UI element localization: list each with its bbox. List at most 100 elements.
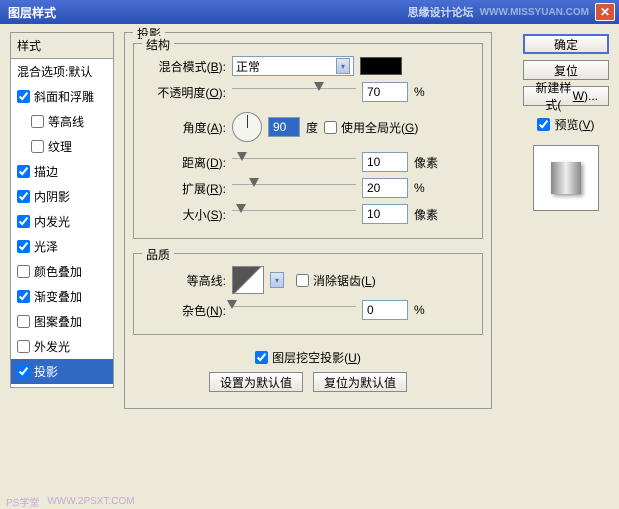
antialias-checkbox[interactable]	[296, 274, 309, 287]
preview-label: 预览(V)	[554, 116, 594, 133]
preview-image	[551, 162, 581, 194]
drop-shadow-fieldset: 投影 结构 混合模式(B): 正常 ▾ 不透明度(O): %	[124, 32, 492, 409]
style-item-6[interactable]: 内发光	[11, 209, 113, 234]
footer-wm2: WWW.2PSXT.COM	[47, 496, 134, 507]
opacity-input[interactable]	[362, 82, 408, 102]
distance-unit: 像素	[414, 154, 438, 171]
set-default-button[interactable]: 设置为默认值	[209, 372, 303, 392]
style-item-label: 颜色叠加	[34, 263, 82, 280]
style-checkbox[interactable]	[17, 290, 30, 303]
style-checkbox[interactable]	[17, 165, 30, 178]
angle-input[interactable]	[268, 117, 300, 137]
ok-button[interactable]: 确定	[523, 34, 609, 54]
angle-label: 角度(A):	[142, 119, 226, 136]
size-unit: 像素	[414, 206, 438, 223]
style-item-7[interactable]: 光泽	[11, 234, 113, 259]
size-label: 大小(S):	[142, 206, 226, 223]
footer-watermark: PS学堂 WWW.2PSXT.COM	[0, 493, 619, 509]
opacity-unit: %	[414, 85, 425, 99]
chevron-down-icon[interactable]: ▾	[270, 272, 284, 288]
style-item-3[interactable]: 纹理	[11, 134, 113, 159]
spread-input[interactable]	[362, 178, 408, 198]
cancel-button[interactable]: 复位	[523, 60, 609, 80]
chevron-down-icon: ▾	[336, 58, 350, 74]
preview-checkbox[interactable]	[537, 118, 550, 131]
right-panel: 确定 复位 新建样式(W)... 预览(V)	[523, 34, 609, 211]
window-title: 图层样式	[4, 4, 408, 21]
style-item-2[interactable]: 等高线	[11, 109, 113, 134]
distance-label: 距离(D):	[142, 154, 226, 171]
close-button[interactable]: ✕	[595, 3, 615, 21]
noise-label: 杂色(N):	[142, 302, 226, 319]
style-item-1[interactable]: 斜面和浮雕	[11, 84, 113, 109]
noise-slider[interactable]	[232, 306, 356, 320]
spread-label: 扩展(R):	[142, 180, 226, 197]
knockout-label: 图层挖空投影(U)	[272, 349, 361, 366]
style-item-12[interactable]: 投影	[11, 359, 113, 384]
preview-thumbnail	[533, 145, 599, 211]
blend-mode-label: 混合模式(B):	[142, 58, 226, 75]
styles-header: 样式	[10, 32, 114, 58]
style-item-4[interactable]: 描边	[11, 159, 113, 184]
blend-mode-combo[interactable]: 正常 ▾	[232, 56, 354, 76]
watermark-url: WWW.MISSYUAN.COM	[480, 7, 589, 18]
opacity-slider[interactable]	[232, 88, 356, 102]
preview-row[interactable]: 预览(V)	[523, 116, 609, 133]
style-checkbox[interactable]	[31, 140, 44, 153]
angle-dial[interactable]	[232, 112, 262, 142]
style-checkbox[interactable]	[17, 90, 30, 103]
knockout-row[interactable]: 图层挖空投影(U)	[255, 349, 361, 366]
blend-mode-value: 正常	[236, 58, 260, 75]
style-checkbox[interactable]	[17, 190, 30, 203]
style-item-label: 内发光	[34, 213, 70, 230]
contour-picker[interactable]	[232, 266, 264, 294]
global-light-checkbox[interactable]	[324, 121, 337, 134]
distance-slider[interactable]	[232, 158, 356, 172]
style-checkbox[interactable]	[17, 215, 30, 228]
style-checkbox[interactable]	[17, 265, 30, 278]
footer-wm1: PS学堂	[6, 494, 39, 509]
title-bar: 图层样式 思缘设计论坛 WWW.MISSYUAN.COM ✕	[0, 0, 619, 24]
noise-input[interactable]	[362, 300, 408, 320]
noise-unit: %	[414, 303, 425, 317]
contour-label: 等高线:	[142, 272, 226, 289]
size-slider[interactable]	[232, 210, 356, 224]
style-item-8[interactable]: 颜色叠加	[11, 259, 113, 284]
styles-panel: 样式 混合选项:默认斜面和浮雕等高线纹理描边内阴影内发光光泽颜色叠加渐变叠加图案…	[10, 32, 114, 388]
style-item-label: 渐变叠加	[34, 288, 82, 305]
style-item-11[interactable]: 外发光	[11, 334, 113, 359]
style-checkbox[interactable]	[17, 315, 30, 328]
shadow-color-swatch[interactable]	[360, 57, 402, 75]
spread-slider[interactable]	[232, 184, 356, 198]
style-checkbox[interactable]	[17, 240, 30, 253]
style-item-9[interactable]: 渐变叠加	[11, 284, 113, 309]
structure-fieldset: 结构 混合模式(B): 正常 ▾ 不透明度(O): % 角度(A)	[133, 43, 483, 239]
style-item-label: 内阴影	[34, 188, 70, 205]
style-checkbox[interactable]	[17, 340, 30, 353]
distance-input[interactable]	[362, 152, 408, 172]
quality-legend: 品质	[142, 246, 174, 263]
new-style-button[interactable]: 新建样式(W)...	[523, 86, 609, 106]
global-light-row[interactable]: 使用全局光(G)	[324, 119, 418, 136]
style-item-5[interactable]: 内阴影	[11, 184, 113, 209]
antialias-row[interactable]: 消除锯齿(L)	[296, 272, 376, 289]
style-item-label: 图案叠加	[34, 313, 82, 330]
restore-default-button[interactable]: 复位为默认值	[313, 372, 407, 392]
close-icon: ✕	[600, 5, 610, 19]
style-item-0[interactable]: 混合选项:默认	[11, 59, 113, 84]
style-checkbox[interactable]	[31, 115, 44, 128]
styles-list: 混合选项:默认斜面和浮雕等高线纹理描边内阴影内发光光泽颜色叠加渐变叠加图案叠加外…	[10, 58, 114, 388]
style-checkbox[interactable]	[17, 365, 30, 378]
knockout-checkbox[interactable]	[255, 351, 268, 364]
style-item-10[interactable]: 图案叠加	[11, 309, 113, 334]
global-light-label: 使用全局光(G)	[341, 119, 418, 136]
style-item-label: 等高线	[48, 113, 84, 130]
antialias-label: 消除锯齿(L)	[313, 272, 376, 289]
size-input[interactable]	[362, 204, 408, 224]
style-item-label: 描边	[34, 163, 58, 180]
style-item-label: 光泽	[34, 238, 58, 255]
structure-legend: 结构	[142, 36, 174, 53]
style-item-label: 外发光	[34, 338, 70, 355]
style-item-label: 混合选项:默认	[17, 63, 92, 80]
opacity-label: 不透明度(O):	[142, 84, 226, 101]
